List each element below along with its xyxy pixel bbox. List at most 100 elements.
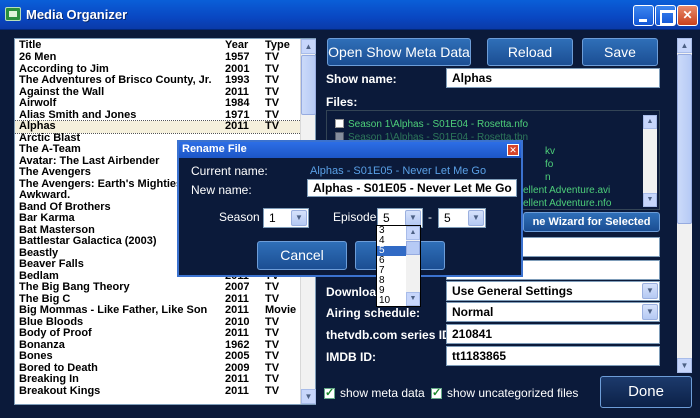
list-item[interactable]: The Big Bang Theory 2007 TV (15, 282, 301, 294)
header-year[interactable]: Year (225, 39, 248, 51)
reload-button[interactable]: Reload (487, 38, 573, 66)
item-type: TV (265, 384, 280, 397)
item-title: Avatar: The Last Airbender (19, 154, 160, 167)
imdb-id-field[interactable]: tt1183865 (446, 346, 660, 366)
close-window-button[interactable]: ✕ (677, 5, 698, 26)
show-name-field[interactable]: Alphas (446, 68, 660, 88)
item-title: The Big Bang Theory (19, 281, 130, 293)
file-checkbox[interactable] (335, 119, 344, 128)
current-name-label: Current name: (191, 164, 268, 178)
item-year: 1984 (225, 97, 250, 109)
item-year: 1957 (225, 52, 250, 63)
window-title: Media Organizer (26, 7, 128, 22)
item-title: Body of Proof (19, 327, 92, 339)
show-uncategorized-checkbox[interactable] (431, 386, 442, 399)
item-type: TV (265, 97, 280, 109)
item-year: 1962 (225, 338, 250, 351)
scroll-down-icon[interactable]: ▼ (643, 193, 657, 207)
item-type: TV (265, 373, 280, 385)
files-scrollbar[interactable]: ▲ ▼ (643, 115, 657, 207)
item-type: TV (265, 74, 280, 86)
item-type: TV (265, 361, 280, 374)
chevron-down-icon[interactable]: ▼ (405, 210, 421, 226)
maximize-button[interactable] (655, 5, 676, 26)
download-label: Download (326, 285, 384, 299)
minimize-button[interactable] (633, 5, 654, 26)
item-year: 2005 (225, 350, 250, 362)
dropdown-option[interactable]: 10 (377, 296, 407, 306)
season-select[interactable]: 1 ▼ (263, 208, 309, 228)
item-title: The A-Team (19, 143, 81, 155)
list-header: Title Year Type (15, 39, 301, 53)
scroll-up-icon[interactable]: ▲ (301, 39, 316, 54)
app-icon (5, 7, 21, 21)
tvdb-id-field[interactable]: 210841 (446, 324, 660, 344)
close-icon[interactable]: ✕ (507, 144, 519, 156)
item-type: TV (265, 338, 280, 351)
save-button[interactable]: Save (582, 38, 658, 66)
wizard-button[interactable]: ne Wizard for Selected (523, 212, 660, 232)
file-item[interactable]: Season 1\Alphas - S01E04 - Rosetta.nfo (335, 119, 528, 130)
imdb-id-label: IMDB ID: (326, 350, 376, 364)
scroll-thumb[interactable] (301, 55, 316, 115)
cancel-button[interactable]: Cancel (257, 241, 347, 270)
item-year: 2011 (225, 85, 249, 98)
header-title[interactable]: Title (19, 39, 41, 51)
item-title: Bones (19, 350, 53, 362)
scroll-down-icon[interactable]: ▼ (406, 292, 420, 306)
item-year: 1971 (225, 108, 250, 121)
chevron-down-icon[interactable]: ▼ (468, 210, 484, 226)
list-item[interactable]: Breaking In 2011 TV (15, 374, 301, 386)
scroll-thumb[interactable] (677, 54, 692, 224)
list-item[interactable]: Breakout Kings 2011 TV (15, 384, 301, 398)
item-year: 2011 (225, 292, 249, 305)
episode-dropdown-list[interactable]: 3 4 5 6 7 8 9 10 ▲ ▼ (376, 225, 421, 307)
item-year: 2011 (225, 384, 249, 397)
airing-schedule-select[interactable]: Normal ▼ (446, 302, 660, 322)
new-name-field[interactable]: Alphas - S01E05 - Never Let Me Go (307, 179, 517, 197)
episode-end-select[interactable]: 5 ▼ (438, 208, 486, 228)
item-type: Movie (265, 304, 297, 316)
header-type[interactable]: Type (265, 39, 290, 51)
scroll-down-icon[interactable]: ▼ (301, 389, 316, 404)
list-item[interactable]: Alphas 2011 TV (15, 120, 301, 134)
download-select[interactable]: Use General Settings ▼ (446, 281, 660, 301)
open-meta-button[interactable]: Open Show Meta Data (327, 38, 471, 66)
file-item[interactable]: ellent Adventure.avi (523, 185, 610, 196)
item-type: TV (265, 62, 280, 75)
dropdown-scrollbar[interactable]: ▲ ▼ (406, 226, 420, 306)
scroll-down-icon[interactable]: ▼ (677, 358, 692, 373)
item-title: 26 Men (19, 52, 57, 63)
title-bar: Media Organizer ✕ (0, 0, 700, 30)
chevron-down-icon[interactable]: ▼ (291, 210, 307, 226)
item-type: TV (265, 292, 280, 305)
item-title: Bonanza (19, 338, 65, 351)
item-title: Beastly (19, 246, 59, 259)
show-meta-checkbox[interactable] (324, 386, 335, 399)
list-item[interactable]: The Adventures of Brisco County, Jr. 1993… (15, 75, 301, 87)
item-title: Band Of Brothers (19, 200, 111, 213)
file-item[interactable]: fo (545, 159, 553, 170)
scroll-thumb[interactable] (406, 241, 420, 255)
list-item[interactable]: Body of Proof 2011 TV (15, 328, 301, 340)
file-item[interactable]: ellent Adventure.nfo (523, 198, 611, 209)
list-item[interactable]: Alias Smith and Jones 1971 TV (15, 108, 301, 122)
list-item[interactable]: Bones 2005 TV (15, 351, 301, 363)
panel-scrollbar[interactable]: ▲ ▼ (677, 38, 692, 373)
list-item[interactable]: 26 Men 1957 TV (15, 52, 301, 64)
scroll-up-icon[interactable]: ▲ (677, 38, 692, 53)
list-item[interactable]: Bonanza 1962 TV (15, 338, 301, 352)
list-item[interactable]: Big Mommas - Like Father, Like Son 2011 Mo… (15, 305, 301, 317)
item-title: The Big C (19, 292, 71, 305)
scroll-up-icon[interactable]: ▲ (406, 226, 420, 240)
scroll-up-icon[interactable]: ▲ (643, 115, 657, 129)
file-item[interactable]: n (545, 172, 551, 183)
item-type: TV (265, 327, 280, 339)
list-item[interactable]: Against the Wall 2011 TV (15, 85, 301, 99)
item-title: According to Jim (19, 62, 109, 75)
done-button[interactable]: Done (600, 376, 692, 408)
chevron-down-icon[interactable]: ▼ (642, 304, 658, 320)
list-item[interactable]: Airwolf 1984 TV (15, 98, 301, 110)
chevron-down-icon[interactable]: ▼ (642, 283, 658, 299)
file-item[interactable]: kv (545, 146, 555, 157)
